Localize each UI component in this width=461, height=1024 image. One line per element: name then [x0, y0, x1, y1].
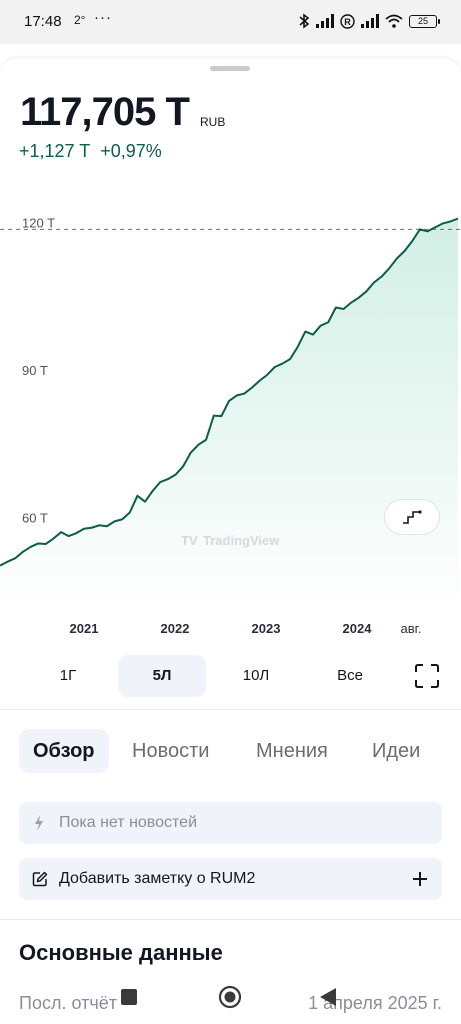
fullscreen-icon[interactable]: [414, 663, 440, 689]
plus-icon[interactable]: [410, 869, 430, 889]
range-button-10y[interactable]: 10Л: [210, 655, 302, 697]
status-bar: 17:48 2° ··· R 25: [0, 0, 461, 44]
range-button-all[interactable]: Все: [304, 655, 396, 697]
tab-ideas[interactable]: Идеи: [358, 729, 434, 773]
divider: [0, 919, 461, 920]
range-button-1y[interactable]: 1Г: [22, 655, 114, 697]
status-notification-dots: ···: [94, 9, 112, 26]
news-empty-box[interactable]: Пока нет новостей: [19, 802, 442, 844]
back-icon[interactable]: [318, 987, 338, 1007]
price-chart-svg[interactable]: 120 T 90 T 60 T 2021 2022 2023 2024 авг. Tradin…: [0, 180, 461, 650]
add-note-button[interactable]: Добавить заметку о RUM2: [19, 858, 442, 900]
roaming-icon: R: [340, 13, 355, 29]
price-change: +1,127 T +0,97%: [19, 141, 162, 162]
x-tick-label: 2024: [343, 621, 373, 636]
edit-note-icon: [32, 871, 48, 887]
tab-overview[interactable]: Обзор: [19, 729, 109, 773]
svg-text:R: R: [344, 17, 351, 27]
drag-handle[interactable]: [210, 66, 250, 71]
chart-type-button[interactable]: [384, 499, 440, 535]
change-absolute: +1,127 T: [19, 141, 91, 161]
signal-icon: [316, 14, 334, 28]
battery-icon: 25: [409, 14, 440, 28]
status-temperature: 2°: [74, 13, 86, 27]
home-icon[interactable]: [218, 985, 242, 1009]
y-tick-label: 120 T: [22, 215, 55, 230]
tradingview-watermark: TradingView: [203, 533, 280, 548]
divider: [0, 709, 461, 710]
status-time: 17:48: [24, 13, 62, 30]
range-button-5y[interactable]: 5Л: [118, 655, 206, 697]
news-empty-text: Пока нет новостей: [59, 814, 198, 831]
add-note-label: Добавить заметку о RUM2: [59, 870, 256, 887]
recent-apps-icon[interactable]: [120, 988, 138, 1006]
status-icons: R 25: [298, 13, 440, 29]
range-selector: 1Г 5Л 10Л Все: [0, 655, 461, 699]
change-percent: +0,97%: [100, 141, 162, 161]
chart-area-fill: [0, 218, 458, 610]
price-currency: RUB: [200, 115, 226, 129]
tab-opinions[interactable]: Мнения: [242, 729, 342, 773]
signal-icon-2: [361, 14, 379, 28]
wifi-icon: [385, 14, 403, 28]
bluetooth-icon: [299, 13, 310, 29]
tradingview-logo-icon: TV: [181, 533, 198, 548]
x-tick-label: 2021: [70, 621, 99, 636]
x-tick-label: 2022: [161, 621, 190, 636]
fundamentals-title: Основные данные: [19, 940, 223, 965]
last-price: 117,705 T: [20, 90, 190, 134]
y-tick-label: 90 T: [22, 363, 48, 378]
tab-bar: Обзор Новости Мнения Идеи: [0, 729, 461, 773]
x-tick-label: 2023: [252, 621, 281, 636]
tab-news[interactable]: Новости: [118, 729, 223, 773]
system-nav-bar: [0, 976, 461, 1024]
y-tick-label: 60 T: [22, 510, 48, 525]
step-line-icon: [403, 510, 422, 524]
x-tick-label: авг.: [401, 621, 422, 636]
lightning-icon: [35, 815, 43, 831]
